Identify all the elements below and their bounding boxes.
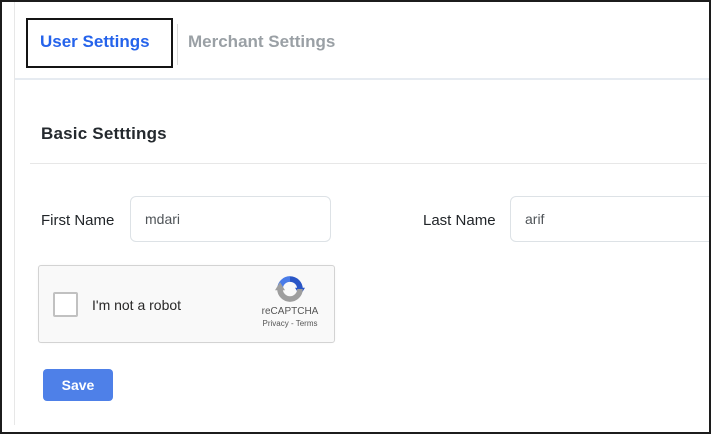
recaptcha-brand-text: reCAPTCHA [254,306,326,317]
tab-user-settings[interactable]: User Settings [40,32,150,52]
tab-merchant-settings[interactable]: Merchant Settings [188,32,335,52]
content-left-divider [14,2,15,425]
section-title: Basic Setttings [41,124,167,144]
recaptcha-brandbox: reCAPTCHA Privacy - Terms [254,274,326,328]
recaptcha-widget: I'm not a robot reCAPTCHA Privacy - Term… [38,265,335,343]
first-name-label: First Name [41,211,114,231]
recaptcha-checkbox[interactable] [53,292,78,317]
first-name-input[interactable] [130,196,331,242]
last-name-input[interactable] [510,196,711,242]
link-separator: - [291,319,294,328]
tab-separator [177,24,178,65]
terms-link[interactable]: Terms [296,319,318,328]
recaptcha-label: I'm not a robot [92,297,181,313]
privacy-link[interactable]: Privacy [263,319,289,328]
recaptcha-links: Privacy - Terms [254,319,326,328]
recaptcha-icon [275,274,305,304]
last-name-label: Last Name [423,211,496,231]
tabbar-bottom-border [15,78,709,80]
save-button[interactable]: Save [43,369,113,401]
section-divider [30,163,707,164]
settings-page: User Settings Merchant Settings Basic Se… [0,0,711,434]
